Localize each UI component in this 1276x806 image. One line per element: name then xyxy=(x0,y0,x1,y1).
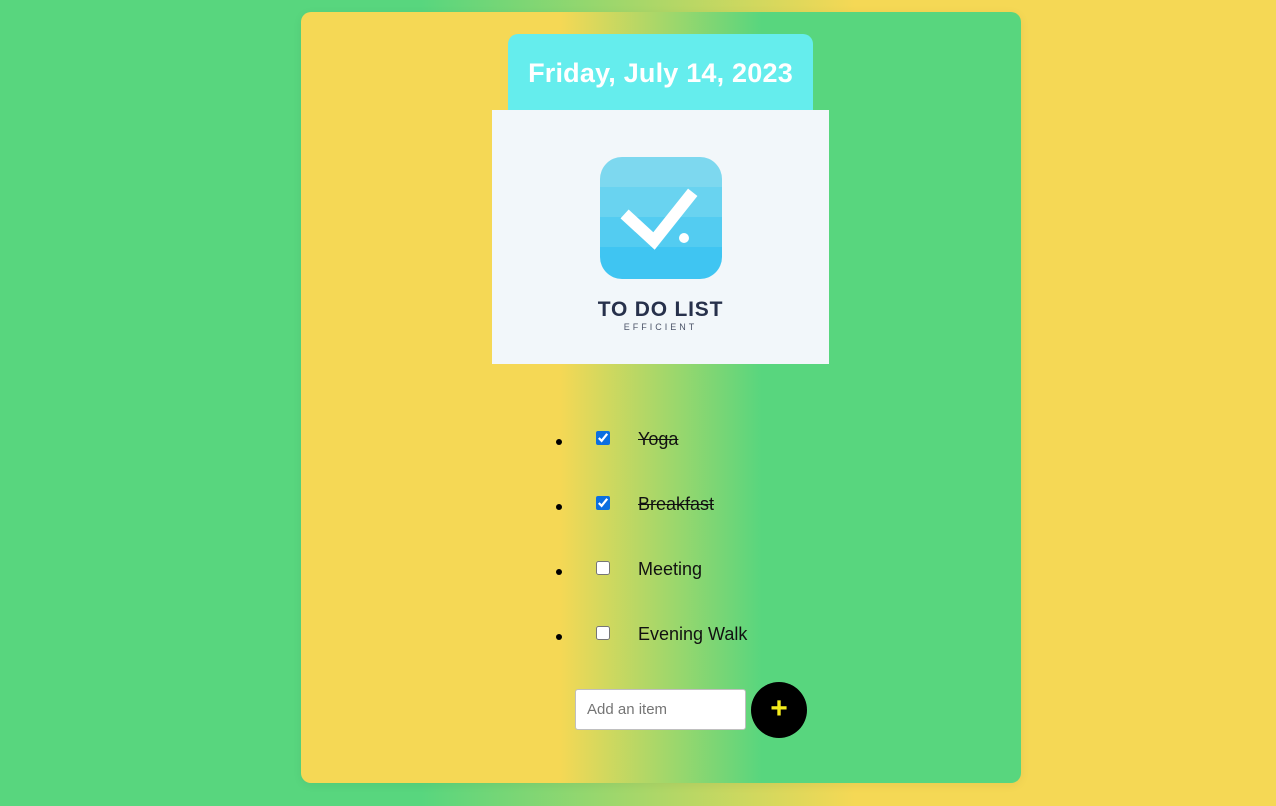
checkmark-icon xyxy=(600,157,722,279)
todo-checkbox[interactable] xyxy=(596,496,610,510)
bullet-icon xyxy=(556,439,562,445)
todo-item: Breakfast xyxy=(551,472,851,537)
date-header: Friday, July 14, 2023 xyxy=(508,34,813,112)
logo-subtitle: EFFICIENT xyxy=(623,322,698,332)
app-logo: TO DO LIST EFFICIENT xyxy=(492,110,829,364)
todo-card: Friday, July 14, 2023 TO DO LIST EFFICIE… xyxy=(301,12,1021,783)
todo-checkbox[interactable] xyxy=(596,561,610,575)
add-item-input[interactable] xyxy=(575,689,746,730)
date-title: Friday, July 14, 2023 xyxy=(528,57,793,88)
bullet-icon xyxy=(556,634,562,640)
plus-icon: + xyxy=(770,692,788,725)
todo-label: Meeting xyxy=(638,559,703,579)
todo-list: Yoga Breakfast Meeting Evening Walk xyxy=(551,407,851,667)
todo-label: Yoga xyxy=(638,429,679,449)
todo-item: Yoga xyxy=(551,407,851,472)
todo-label: Breakfast xyxy=(638,494,715,514)
todo-item: Meeting xyxy=(551,537,851,602)
todo-checkbox[interactable] xyxy=(596,626,610,640)
todo-label: Evening Walk xyxy=(638,624,748,644)
logo-title: TO DO LIST xyxy=(597,298,724,321)
bullet-icon xyxy=(556,569,562,575)
todo-checkbox[interactable] xyxy=(596,431,610,445)
add-item-button[interactable]: + xyxy=(751,682,807,738)
todo-item: Evening Walk xyxy=(551,602,851,667)
bullet-icon xyxy=(556,504,562,510)
